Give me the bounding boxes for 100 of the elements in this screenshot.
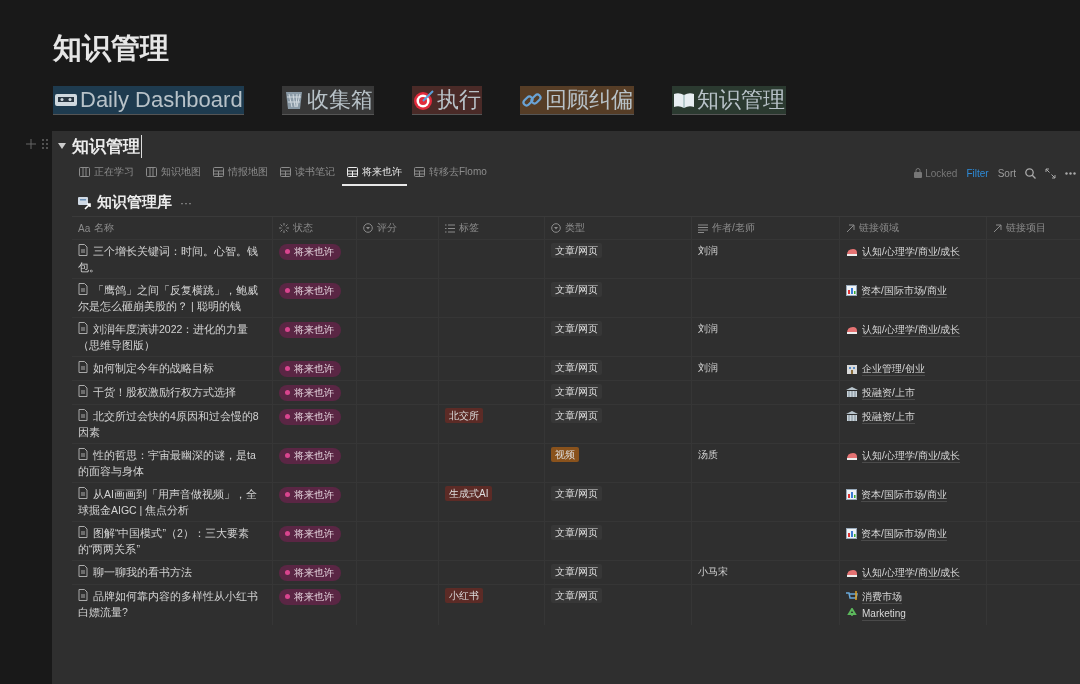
status-pill: 将来也许 [279,588,341,605]
select-icon [551,223,561,233]
more-icon[interactable] [1065,171,1076,175]
type-tag: 文章/网页 [551,282,602,297]
row-title[interactable]: 三个增长关键词：时间。心智。钱包。 [78,243,266,275]
expand-icon[interactable] [1045,167,1056,179]
linked-domain[interactable]: 认知/心理学/商业/成长 [862,565,961,580]
column-header[interactable]: 类型 [544,217,691,239]
view-tab[interactable]: 读书笔记 [275,160,340,186]
column-header[interactable]: 评分 [356,217,438,239]
view-tab[interactable]: 将来也许 [342,160,407,186]
type-tag: 视频 [551,447,579,462]
tag: 北交所 [445,408,483,423]
bar-chart-icon [846,489,857,500]
status-pill: 将来也许 [279,486,341,503]
linked-database-icon [78,195,93,210]
row-title[interactable]: 从AI画画到「用声音做视频」，全球掘金AIGC | 焦点分析 [78,486,266,518]
page-link[interactable]: 执行 [411,86,482,115]
page-link[interactable]: 收集箱 [281,86,374,115]
page-icon [78,244,88,256]
section-title: 知识管理 [72,134,142,158]
status-pill: 将来也许 [279,447,341,464]
recycle-icon [846,608,858,619]
column-header[interactable]: 标签 [438,217,544,239]
shopping-cart-icon [846,591,858,602]
row-title[interactable]: 北交所过会快的4原因和过会慢的8因素 [78,408,266,440]
search-icon[interactable] [1025,167,1036,179]
type-tag: 文章/网页 [551,243,602,258]
page-icon [78,283,88,295]
column-header[interactable]: 状态 [272,217,356,239]
linked-domain[interactable]: 消费市场 [862,589,902,604]
page-link[interactable]: Daily Dashboard [53,86,244,115]
target-icon [412,89,435,111]
view-tab[interactable]: 情报地图 [208,160,273,186]
table-icon [280,167,291,177]
toggle-icon[interactable] [58,143,66,149]
status-pill: 将来也许 [279,564,341,581]
sort-button[interactable]: Sort [997,167,1016,179]
linked-domain[interactable]: 认知/心理学/商业/成长 [862,448,961,463]
row-title[interactable]: 图解“中国模式”（2）：三大要素的“两两关系” [78,525,266,557]
column-header[interactable]: 链接项目 [986,217,1080,239]
status-pill: 将来也许 [279,408,341,425]
arrow-icon [846,223,855,233]
author-text: 小马宋 [698,566,728,577]
brain-icon [846,246,858,257]
linked-domain[interactable]: 企业管理/创业 [862,361,925,376]
page-icon [78,487,88,499]
bar-chart-icon [846,528,857,539]
linked-domain[interactable]: 资本/国际市场/商业 [861,283,947,298]
database-menu[interactable]: ··· [180,195,192,210]
text-icon [698,223,708,233]
type-tag: 文章/网页 [551,486,602,501]
office-building-icon [846,363,858,374]
book-icon [672,91,695,109]
status-pill: 将来也许 [279,243,341,260]
page-icon [78,526,88,538]
row-title[interactable]: 如何制定今年的战略目标 [78,360,266,376]
filter-button[interactable]: Filter [966,167,989,179]
view-tab[interactable]: 正在学习 [74,160,139,186]
linked-domain[interactable]: 资本/国际市场/商业 [861,487,947,502]
bank-icon [846,387,858,398]
linked-domain[interactable]: 认知/心理学/商业/成长 [862,244,961,259]
column-header[interactable]: 链接领域 [839,217,986,239]
linked-domain[interactable]: Marketing [862,606,906,621]
drag-handle-icon[interactable] [42,139,48,149]
page-link[interactable]: 知识管理 [671,86,786,115]
row-title[interactable]: 聊一聊我的看书方法 [78,564,266,580]
page-icon [78,361,88,373]
page-icon [78,565,88,577]
view-tab[interactable]: 知识地图 [141,160,206,186]
type-tag: 文章/网页 [551,360,602,375]
page-icon [78,322,88,334]
view-tab[interactable]: 转移去Flomo [409,160,492,186]
page-link[interactable]: 回顾纠偏 [519,86,634,115]
linked-domain[interactable]: 投融资/上市 [862,409,915,424]
row-title[interactable]: 「鹰鸽」之间「反复横跳」，鲍威尔是怎么砸崩美股的？ | 聪明的钱 [78,282,266,314]
brain-icon [846,567,858,578]
bar-chart-icon [846,285,857,296]
table-icon [347,167,358,177]
type-tag: 文章/网页 [551,588,602,603]
linked-domain[interactable]: 资本/国际市场/商业 [861,526,947,541]
brain-icon [846,450,858,461]
status-pill: 将来也许 [279,525,341,542]
column-header[interactable]: Aa 名称 [72,217,272,239]
page-icon [78,589,88,601]
table-icon [213,167,224,177]
author-text: 刘润 [698,245,718,256]
bank-icon [846,411,858,422]
type-tag: 文章/网页 [551,525,602,540]
page-icon [78,385,88,397]
row-title[interactable]: 刘润年度演讲2022：进化的力量（思维导图版） [78,321,266,353]
column-header[interactable]: 作者/老师 [691,217,839,239]
status-pill: 将来也许 [279,360,341,377]
brain-icon [846,324,858,335]
row-title[interactable]: 干货！股权激励行权方式选择 [78,384,266,400]
row-title[interactable]: 品牌如何靠内容的多样性从小红书白嫖流量? [78,588,266,620]
linked-domain[interactable]: 投融资/上市 [862,385,915,400]
list-icon [445,223,455,233]
row-title[interactable]: 性的哲思：宇宙最幽深的谜，是ta的面容与身体 [78,447,266,479]
linked-domain[interactable]: 认知/心理学/商业/成长 [862,322,961,337]
